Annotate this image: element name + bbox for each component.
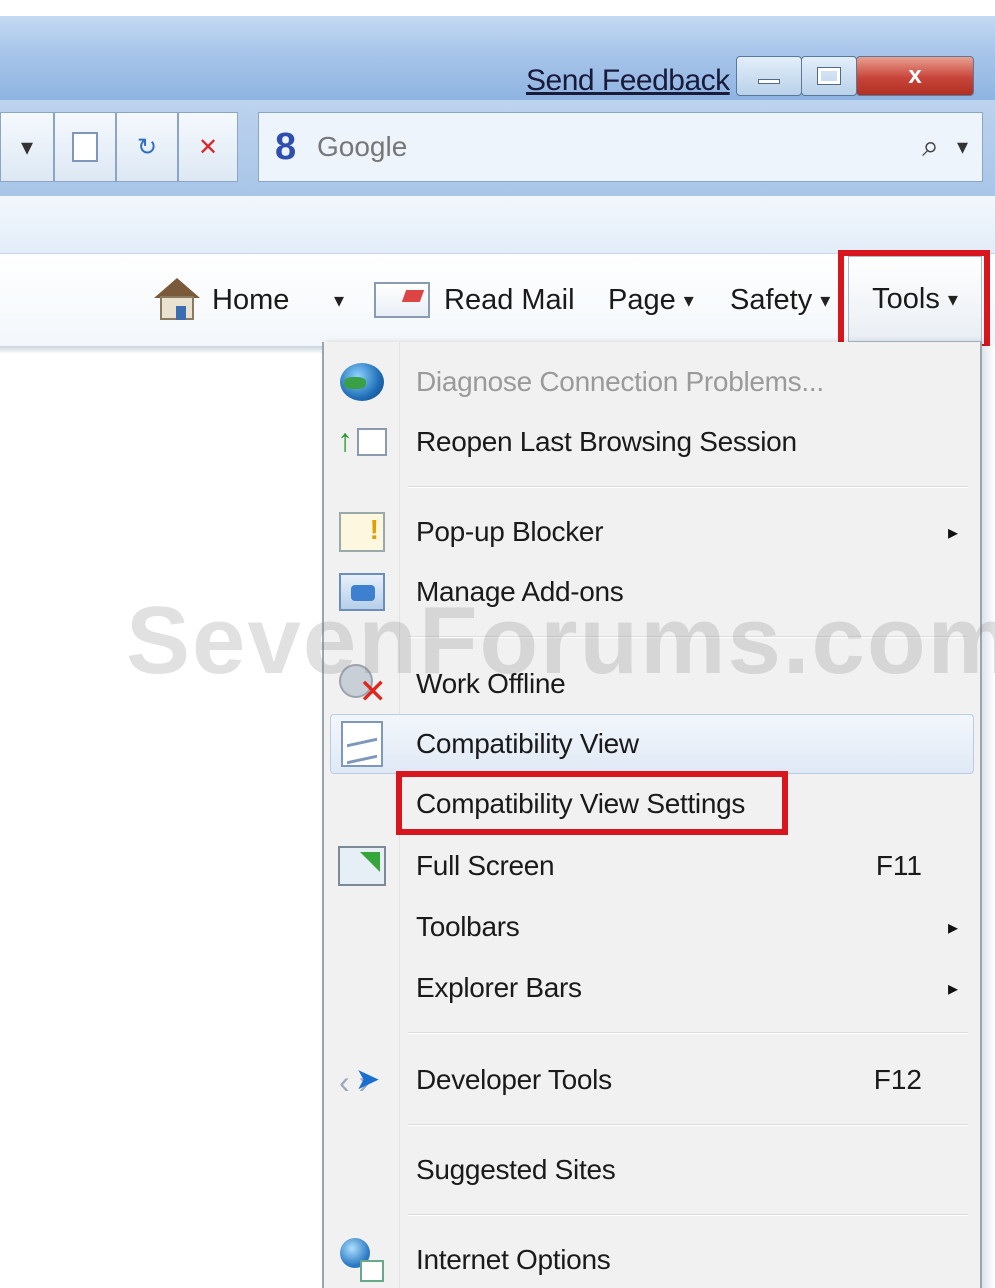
search-icon[interactable]: ⌕ xyxy=(922,130,939,164)
search-box[interactable]: 8 Google ⌕ ▾ xyxy=(258,112,983,182)
read-mail-button[interactable]: Read Mail xyxy=(374,272,575,328)
compatibility-view-button[interactable] xyxy=(54,112,116,182)
mail-icon xyxy=(374,282,430,318)
shortcut-f12: F12 xyxy=(873,1064,922,1095)
home-button[interactable]: Home xyxy=(154,272,289,328)
watermark-text: SevenForums.com xyxy=(126,587,995,694)
close-icon: x xyxy=(908,62,922,89)
search-options-dropdown-icon[interactable]: ▾ xyxy=(957,134,968,160)
chevron-down-icon: ▾ xyxy=(820,289,831,312)
send-feedback-link[interactable]: Send Feedback xyxy=(526,64,730,98)
home-icon xyxy=(154,278,200,322)
safety-label: Safety xyxy=(730,283,813,316)
menu-separator xyxy=(408,486,968,488)
menu-item-toolbars[interactable]: Toolbars ▸ xyxy=(324,897,980,957)
compatibility-view-icon xyxy=(336,721,388,767)
favorites-bar xyxy=(0,196,995,254)
close-button[interactable]: x xyxy=(856,56,974,96)
menu-separator xyxy=(408,1032,968,1034)
chevron-down-icon: ▾ xyxy=(20,133,34,161)
menu-item-full-screen[interactable]: Full Screen F11 xyxy=(324,836,980,896)
internet-options-icon xyxy=(336,1237,388,1283)
menu-separator xyxy=(408,1214,968,1216)
menu-item-developer-tools[interactable]: ‹ › ➤ Developer Tools F12 xyxy=(324,1050,980,1110)
google-search-provider-icon: 8 xyxy=(275,125,297,168)
refresh-icon: ↻ xyxy=(136,133,158,161)
page-top-border xyxy=(0,346,322,354)
compatibility-settings-highlight-box xyxy=(396,771,788,835)
full-screen-icon xyxy=(336,843,388,889)
window-controls: x xyxy=(736,56,974,96)
menu-item-explorer-bars[interactable]: Explorer Bars ▸ xyxy=(324,958,980,1018)
stop-icon: ✕ xyxy=(197,133,219,161)
address-dropdown-button[interactable]: ▾ xyxy=(0,112,54,182)
tools-dropdown-menu: Diagnose Connection Problems... ↑ Reopen… xyxy=(322,342,982,1288)
menu-item-compatibility-view[interactable]: Compatibility View xyxy=(324,714,980,774)
menu-separator xyxy=(408,1124,968,1126)
menu-item-internet-options[interactable]: Internet Options xyxy=(324,1230,980,1288)
chevron-down-icon: ▾ xyxy=(334,289,345,312)
chevron-down-icon: ▾ xyxy=(683,289,694,312)
menu-item-popup-blocker[interactable]: Pop-up Blocker ▸ xyxy=(324,502,980,562)
reopen-session-icon: ↑ xyxy=(336,419,388,465)
home-dropdown-button[interactable]: ▾ xyxy=(334,272,344,328)
menu-item-suggested-sites[interactable]: Suggested Sites xyxy=(324,1140,980,1200)
globe-icon xyxy=(336,359,388,405)
navigation-toolbar: ▾ ↻ ✕ 8 Google ⌕ ▾ xyxy=(0,100,995,196)
title-bar: Send Feedback x xyxy=(0,0,995,100)
submenu-arrow-icon: ▸ xyxy=(947,916,958,939)
search-input[interactable]: Google xyxy=(317,131,922,163)
safety-menu-button[interactable]: Safety ▾ xyxy=(730,272,830,328)
refresh-button[interactable]: ↻ xyxy=(116,112,178,182)
minimize-button[interactable] xyxy=(736,56,802,96)
menu-item-diagnose-connection[interactable]: Diagnose Connection Problems... xyxy=(324,352,980,412)
window-right-edge xyxy=(982,346,995,1288)
maximize-icon xyxy=(817,67,841,85)
menu-item-reopen-last-session[interactable]: ↑ Reopen Last Browsing Session xyxy=(324,412,980,472)
popup-blocker-icon xyxy=(336,509,388,555)
submenu-arrow-icon: ▸ xyxy=(947,521,958,544)
page-menu-button[interactable]: Page ▾ xyxy=(608,272,694,328)
minimize-icon xyxy=(758,78,780,84)
maximize-button[interactable] xyxy=(801,56,857,96)
developer-tools-icon: ‹ › ➤ xyxy=(339,1063,381,1100)
home-label: Home xyxy=(212,283,290,316)
submenu-arrow-icon: ▸ xyxy=(947,977,958,1000)
read-mail-label: Read Mail xyxy=(444,283,575,316)
compatibility-page-icon xyxy=(72,132,98,162)
tools-highlight-box xyxy=(838,250,990,350)
address-bar-buttons: ▾ ↻ ✕ xyxy=(0,112,238,182)
stop-button[interactable]: ✕ xyxy=(178,112,238,182)
page-label: Page xyxy=(608,283,676,316)
shortcut-f11: F11 xyxy=(875,850,922,881)
